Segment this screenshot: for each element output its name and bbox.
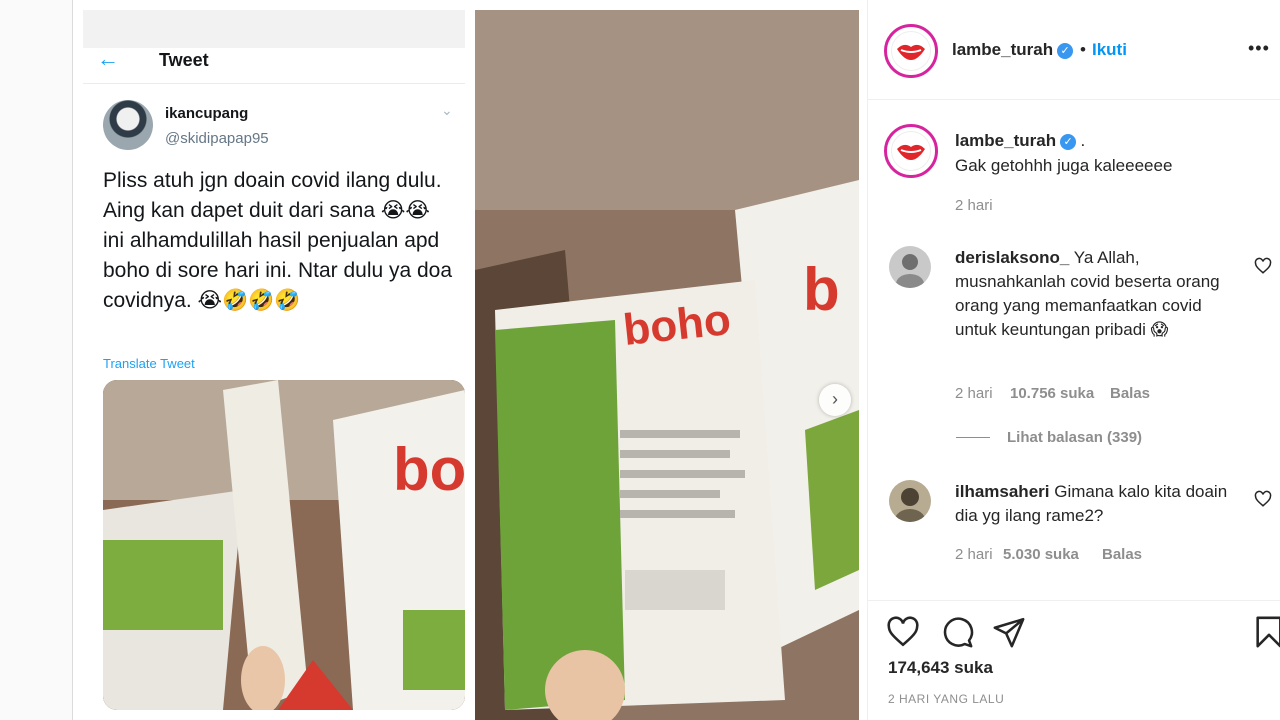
post-date: 2 HARI YANG LALU — [888, 692, 1005, 706]
reply-button[interactable]: Balas — [1102, 546, 1142, 563]
post-media[interactable]: ← Tweet ikancupang @skidipapap95 ⌄ Pliss… — [73, 0, 867, 720]
heart-icon[interactable] — [1254, 257, 1272, 275]
package-logo-text: boho — [393, 436, 465, 503]
post-header: lambe_turah ✓ • Ikuti ••• — [868, 0, 1280, 100]
likes-count[interactable]: 174,643 suka — [888, 658, 993, 678]
caption-username[interactable]: lambe_turah — [955, 131, 1056, 150]
translate-tweet-link: Translate Tweet — [103, 356, 195, 371]
apd-packages-photo: boho — [103, 380, 465, 710]
comment-username[interactable]: ilhamsaheri — [955, 482, 1050, 501]
page-gutter — [0, 0, 72, 720]
tweet-header: ← Tweet — [83, 10, 465, 84]
caption-time: 2 hari — [955, 197, 993, 214]
comment-time: 2 hari — [955, 385, 993, 402]
chevron-right-icon: › — [832, 389, 838, 409]
instagram-post-page: ← Tweet ikancupang @skidipapap95 ⌄ Pliss… — [0, 0, 1280, 720]
share-icon[interactable] — [992, 615, 1026, 649]
verified-icon: ✓ — [1057, 42, 1074, 59]
account-username[interactable]: lambe_turah — [952, 40, 1053, 59]
more-icon[interactable]: ••• — [1248, 38, 1270, 59]
comment-text-1: derislaksono_ Ya Allah, musnahkanlah cov… — [955, 246, 1245, 342]
bookmark-icon[interactable] — [1252, 615, 1280, 649]
tweet-screenshot: ← Tweet ikancupang @skidipapap95 ⌄ Pliss… — [83, 10, 465, 720]
comment-avatar[interactable] — [889, 480, 931, 522]
header-username-row: lambe_turah ✓ — [952, 40, 1074, 60]
tweet-header-title: Tweet — [159, 50, 209, 70]
replies-divider — [956, 437, 990, 438]
chevron-down-icon: ⌄ — [441, 102, 453, 118]
comment-avatar[interactable] — [889, 246, 931, 288]
post-side-panel: lambe_turah ✓ • Ikuti ••• lambe_turah ✓ … — [867, 0, 1280, 720]
comment-icon[interactable] — [940, 615, 974, 649]
comment-likes[interactable]: 10.756 suka — [1010, 385, 1094, 402]
tweet-display-name: ikancupang — [165, 105, 249, 122]
comment-time: 2 hari — [955, 546, 993, 563]
verified-icon: ✓ — [1060, 133, 1077, 150]
heart-icon[interactable] — [886, 615, 920, 649]
post-container: ← Tweet ikancupang @skidipapap95 ⌄ Pliss… — [72, 0, 1280, 720]
tweet-avatar — [103, 100, 153, 150]
video-frame: boho b — [475, 10, 859, 720]
follow-button[interactable]: Ikuti — [1092, 40, 1127, 60]
heart-icon[interactable] — [1254, 490, 1272, 508]
account-avatar[interactable] — [884, 24, 938, 78]
comment-username[interactable]: derislaksono_ — [955, 248, 1069, 267]
back-arrow-icon: ← — [97, 46, 119, 71]
lips-logo-icon — [897, 144, 925, 160]
caption-username-row: lambe_turah ✓ . — [955, 131, 1085, 151]
caption-text: Gak getohhh juga kaleeeeee — [955, 156, 1173, 175]
reply-button[interactable]: Balas — [1110, 385, 1150, 402]
tweet-handle: @skidipapap95 — [165, 130, 269, 147]
view-replies-button[interactable]: Lihat balasan (339) — [1007, 429, 1142, 446]
lips-logo-icon — [897, 44, 925, 60]
caption-suffix: . — [1080, 131, 1086, 150]
comment-text-2: ilhamsaheri Gimana kalo kita doain dia y… — [955, 480, 1245, 528]
tweet-photo: boho — [103, 380, 465, 710]
next-media-button[interactable]: › — [819, 384, 851, 416]
tweet-text: Pliss atuh jgn doain covid ilang dulu. A… — [103, 169, 453, 312]
comments-section: lambe_turah ✓ . Gak getohhh juga kaleeeee… — [868, 100, 1280, 600]
separator-dot: • — [1080, 40, 1086, 59]
apd-packages-closeup: boho b — [475, 10, 859, 720]
comment-likes[interactable]: 5.030 suka — [1003, 546, 1079, 563]
caption-avatar[interactable] — [884, 124, 938, 178]
video-package-logo-text-2: b — [803, 256, 840, 323]
